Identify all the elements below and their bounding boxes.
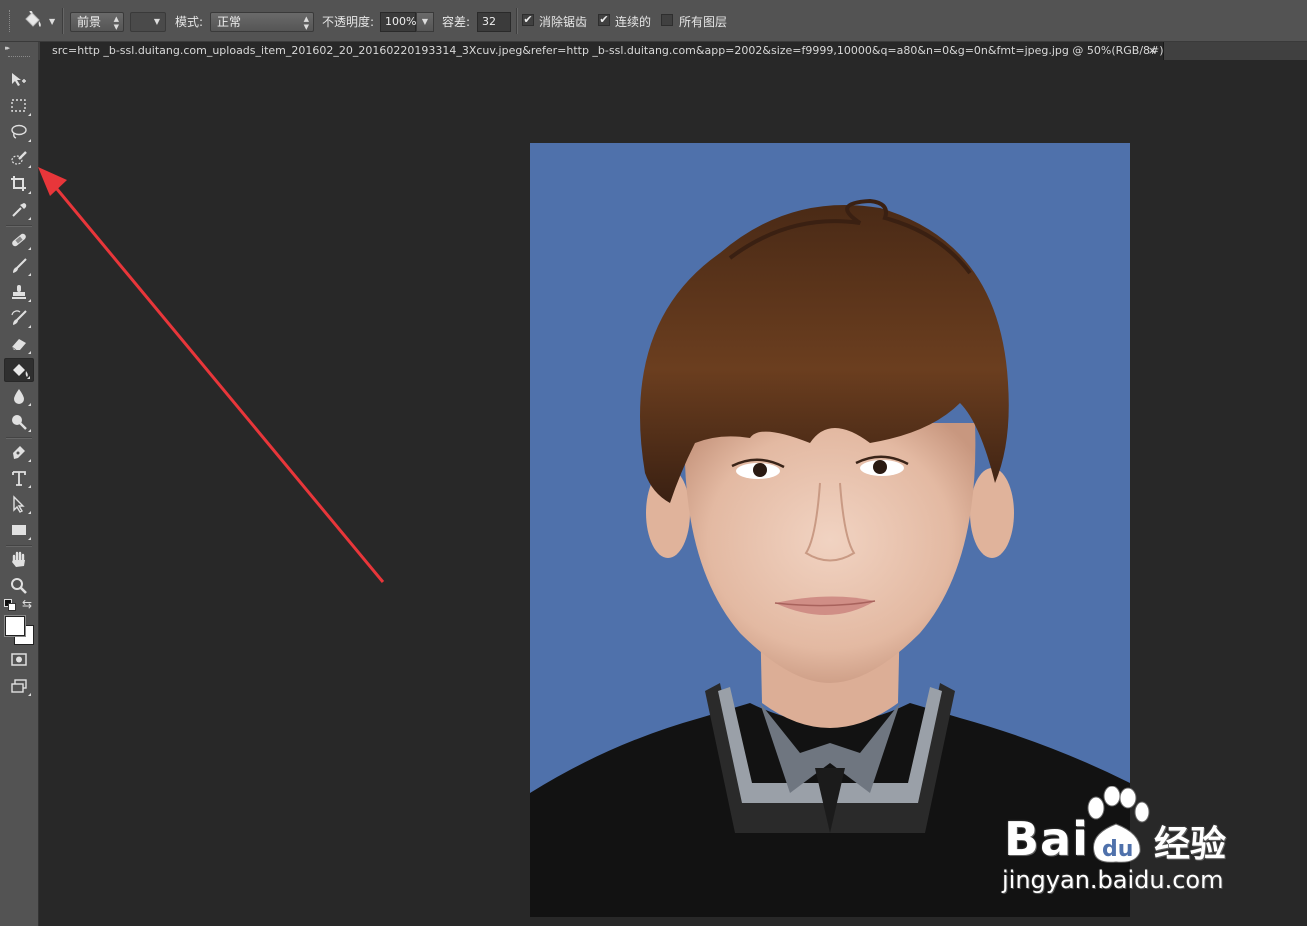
type-icon xyxy=(12,471,26,486)
foreground-color-swatch[interactable] xyxy=(5,616,25,636)
tool-marquee[interactable] xyxy=(4,94,34,118)
tool-dodge[interactable] xyxy=(4,410,34,434)
default-colors-icon[interactable] xyxy=(4,599,16,611)
healing-brush-icon xyxy=(12,233,26,247)
all-layers-label: 所有图层 xyxy=(679,15,728,29)
tool-blur[interactable] xyxy=(4,384,34,408)
divider xyxy=(516,8,517,34)
options-bar-grip[interactable] xyxy=(9,10,13,32)
check-icon: ✔ xyxy=(599,13,609,26)
dodge-icon xyxy=(12,415,27,430)
eyedropper-icon xyxy=(12,203,27,217)
lasso-icon xyxy=(11,124,27,139)
screen-mode-icon xyxy=(11,679,27,693)
close-icon[interactable]: × xyxy=(1148,42,1157,60)
zoom-icon xyxy=(11,578,27,594)
tool-crop[interactable] xyxy=(4,172,34,196)
tool-paint-bucket[interactable] xyxy=(4,358,34,382)
hand-icon xyxy=(12,551,25,567)
tool-quick-selection[interactable] xyxy=(4,146,34,170)
tool-quick-mask[interactable] xyxy=(4,648,34,672)
antialias-label: 消除锯齿 xyxy=(539,15,588,29)
opacity-slider-toggle[interactable]: ▼ xyxy=(416,12,434,32)
tool-zoom[interactable] xyxy=(4,574,34,598)
path-selection-icon xyxy=(13,495,25,513)
opacity-label: 不透明度: xyxy=(322,15,375,29)
tool-healing-brush[interactable] xyxy=(4,228,34,252)
tolerance-input[interactable]: 32 xyxy=(477,12,511,32)
quick-mask-icon xyxy=(11,653,27,666)
chevron-down-icon: ▼ xyxy=(49,17,56,26)
eraser-icon xyxy=(11,339,26,351)
document-title: src=http _b-ssl.duitang.com_uploads_item… xyxy=(52,44,1164,57)
fill-source-value: 前景 xyxy=(77,15,102,29)
tool-rectangle[interactable] xyxy=(4,518,34,542)
tool-preset-picker[interactable]: ▼ xyxy=(18,8,60,34)
tool-move[interactable] xyxy=(4,68,34,92)
baidu-paw-logo: du xyxy=(1087,786,1150,863)
chevron-down-icon: ▼ xyxy=(153,17,160,26)
document-tab-bar: src=http _b-ssl.duitang.com_uploads_item… xyxy=(38,42,1307,60)
pen-icon xyxy=(13,446,25,459)
antialias-checkbox[interactable]: ✔ xyxy=(522,14,534,26)
tolerance-label: 容差: xyxy=(442,15,471,29)
toolbox-grip[interactable] xyxy=(8,56,30,60)
baidu-jingyan-watermark: Bai du 经验 jingyan.baidu.com xyxy=(1000,780,1300,900)
crop-icon xyxy=(11,176,26,191)
opacity-value: 100% xyxy=(385,15,417,28)
document-tab[interactable]: src=http _b-ssl.duitang.com_uploads_item… xyxy=(40,42,1164,60)
mode-label: 模式: xyxy=(175,15,204,29)
options-bar: ▼ 前景 ▲ ▼ ▼ 模式: 正常 ▲ ▼ 不透明度: 100% ▼ 容差: 32 … xyxy=(0,0,1307,42)
mode-dropdown[interactable]: 正常 ▲ ▼ xyxy=(210,12,314,32)
tool-pen[interactable] xyxy=(4,440,34,464)
contiguous-checkbox[interactable]: ✔ xyxy=(598,14,610,26)
blur-icon xyxy=(14,389,24,404)
check-icon: ✔ xyxy=(523,13,533,26)
collapse-panel-icon[interactable]: ▸▸ xyxy=(5,44,10,52)
clone-stamp-icon xyxy=(12,285,26,299)
chevron-updown-icon: ▲ ▼ xyxy=(303,15,309,31)
tool-screen-mode[interactable] xyxy=(4,674,34,698)
tool-history-brush[interactable] xyxy=(4,306,34,330)
toolbox: ▸▸ ⇆ xyxy=(0,42,39,926)
watermark-jingyan: 经验 xyxy=(1154,824,1227,865)
swap-colors-icon[interactable]: ⇆ xyxy=(22,597,32,611)
watermark-du: du xyxy=(1102,837,1133,862)
rectangle-icon xyxy=(12,525,26,535)
opacity-input[interactable]: 100% xyxy=(380,12,416,32)
marquee-icon xyxy=(11,99,26,112)
quick-selection-icon xyxy=(11,151,27,165)
chevron-updown-icon: ▲ ▼ xyxy=(113,15,119,31)
watermark-url: jingyan.baidu.com xyxy=(1002,866,1224,894)
history-brush-icon xyxy=(11,310,27,325)
tool-path-selection[interactable] xyxy=(4,492,34,516)
contiguous-label: 连续的 xyxy=(615,15,652,29)
tolerance-value: 32 xyxy=(482,15,496,28)
divider xyxy=(62,8,63,34)
brush-icon xyxy=(13,258,27,273)
fill-source-dropdown[interactable]: 前景 ▲ ▼ xyxy=(70,12,124,32)
move-icon xyxy=(12,73,26,86)
tool-type[interactable] xyxy=(4,466,34,490)
mode-value: 正常 xyxy=(217,15,242,29)
all-layers-checkbox[interactable] xyxy=(661,14,673,26)
tool-eyedropper[interactable] xyxy=(4,198,34,222)
tool-hand[interactable] xyxy=(4,548,34,572)
tool-brush[interactable] xyxy=(4,254,34,278)
tool-lasso[interactable] xyxy=(4,120,34,144)
tool-eraser[interactable] xyxy=(4,332,34,356)
pattern-picker[interactable]: ▼ xyxy=(130,12,166,32)
paint-bucket-icon xyxy=(25,11,41,27)
tool-clone-stamp[interactable] xyxy=(4,280,34,304)
